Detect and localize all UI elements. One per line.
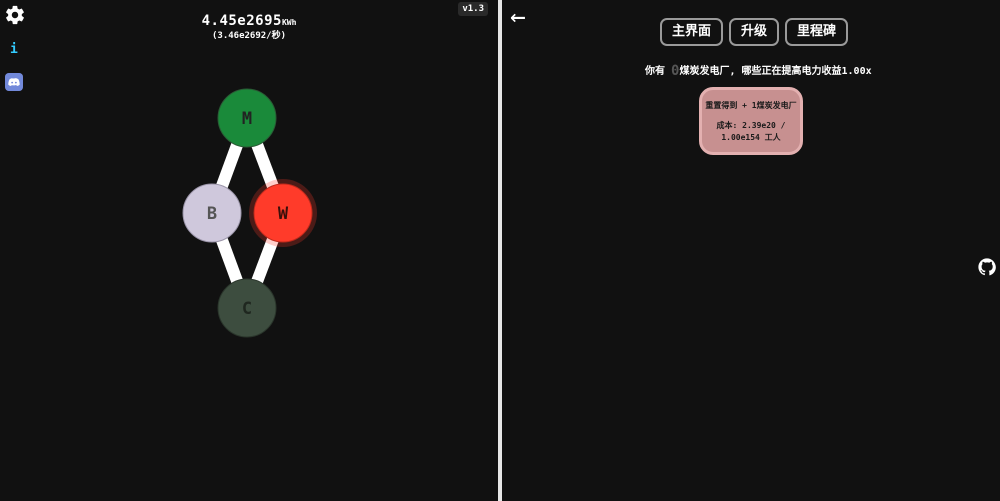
tree-node-b-label: B [207, 204, 217, 224]
tree-node-m[interactable]: M [217, 88, 277, 148]
tree-node-b[interactable]: B [182, 183, 242, 243]
message-suffix: 煤炭发电厂, 哪些正在提高电力收益1.00x [679, 66, 872, 77]
arrow-left-icon[interactable]: ← [510, 2, 526, 32]
reset-button-title: 重置得到 + 1煤炭发电厂 [705, 101, 797, 110]
reset-button-cost-unit: 1.00e154 工人 [721, 133, 781, 142]
tree-node-m-label: M [242, 109, 252, 129]
main-tree-pane: i 4.45e2695KWh (3.46e2692/秒) v1.3 M B W [0, 0, 498, 501]
tab-bar: 主界面 升级 里程碑 [660, 18, 849, 46]
tab-main[interactable]: 主界面 [660, 18, 724, 46]
upgrade-tree: M B W C [182, 88, 317, 338]
tree-node-c-label: C [242, 299, 252, 319]
tree-node-w-label: W [278, 204, 289, 224]
github-icon[interactable] [978, 258, 996, 276]
tree-node-c[interactable]: C [217, 278, 277, 338]
plant-status-message: 你有 0煤炭发电厂, 哪些正在提高电力收益1.00x [645, 62, 872, 79]
tab-upgrades[interactable]: 升级 [729, 18, 780, 46]
detail-pane: ← 主界面 升级 里程碑 你有 0煤炭发电厂, 哪些正在提高电力收益1.00x … [502, 0, 1000, 501]
message-prefix: 你有 [645, 66, 672, 77]
reset-button-cost: 成本: 2.39e20 / [716, 121, 786, 130]
tree-node-w[interactable]: W [249, 179, 317, 247]
tab-milestones[interactable]: 里程碑 [785, 18, 849, 46]
reset-button[interactable]: 重置得到 + 1煤炭发电厂 成本: 2.39e20 / 1.00e154 工人 [699, 87, 803, 155]
